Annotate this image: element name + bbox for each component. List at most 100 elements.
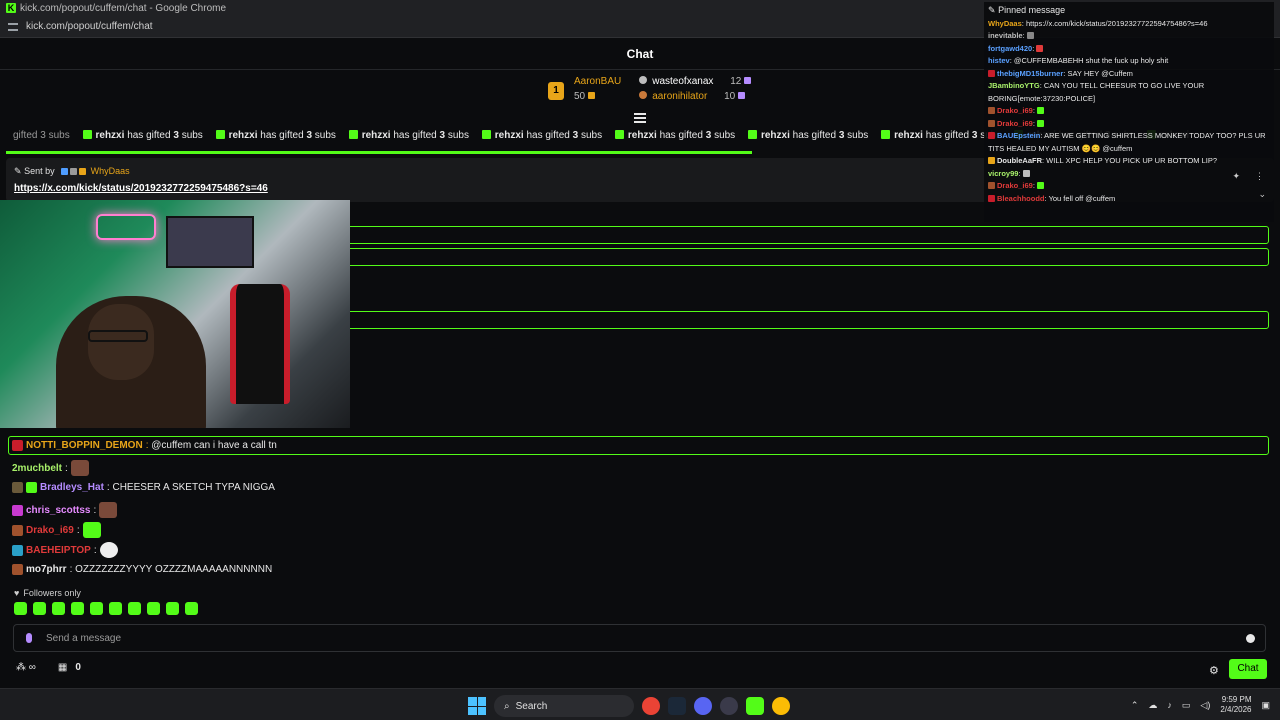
overlay-user[interactable]: WhyDaas bbox=[988, 19, 1022, 28]
message-user[interactable]: mo7phrr bbox=[26, 564, 67, 575]
url-text[interactable]: kick.com/popout/cuffem/chat bbox=[26, 21, 153, 32]
leader-second-name[interactable]: wasteofxanax bbox=[652, 76, 713, 87]
chrome-icon[interactable] bbox=[642, 697, 660, 715]
message-input[interactable]: Send a message bbox=[13, 624, 1266, 652]
emote-icon bbox=[1037, 182, 1045, 189]
chat-message[interactable]: chris_scottss: bbox=[12, 502, 118, 518]
ticker-text: has gifted bbox=[526, 130, 570, 141]
taskbar-search[interactable]: ⌕ Search bbox=[494, 695, 634, 717]
store-icon[interactable]: ▦ bbox=[58, 662, 67, 673]
app-icon[interactable] bbox=[720, 697, 738, 715]
mic-tray-icon[interactable]: ♪ bbox=[1167, 700, 1172, 710]
pin-toggle-icon[interactable]: ✦ bbox=[1232, 170, 1240, 183]
gaming-chair bbox=[230, 284, 290, 404]
overlay-user[interactable]: Drako_i69 bbox=[997, 181, 1033, 190]
webcam-overlay bbox=[0, 200, 350, 428]
chat-message[interactable]: mo7phrr: OZZZZZZZYYYY OZZZZMAAAAANNNNNN bbox=[12, 564, 272, 575]
discord-icon[interactable] bbox=[694, 697, 712, 715]
site-info-icon[interactable] bbox=[8, 22, 18, 31]
collapse-menu-icon[interactable] bbox=[634, 113, 646, 125]
overlay-user[interactable]: Bleachhoodd bbox=[997, 194, 1045, 203]
overlay-text: @CUFFEMBABEHH shut the fuck up holy shit bbox=[1013, 56, 1169, 65]
volume-icon[interactable]: ◁) bbox=[1200, 700, 1210, 711]
search-label: Search bbox=[515, 700, 548, 712]
chevron-up-icon[interactable]: ⌃ bbox=[1131, 700, 1139, 711]
message-user[interactable]: BAEHEIPTOP bbox=[26, 545, 91, 556]
notification-icon[interactable]: ▣ bbox=[1261, 700, 1270, 711]
network-icon[interactable]: ▭ bbox=[1182, 700, 1191, 711]
ticker-gifter: rehzxi bbox=[760, 130, 790, 141]
leader-first-name[interactable]: AaronBAU bbox=[574, 76, 621, 87]
chevron-down-icon[interactable]: ⌄ bbox=[1258, 188, 1266, 201]
overlay-user[interactable]: JBambinoYTG bbox=[988, 81, 1040, 90]
chrome-active-icon[interactable] bbox=[772, 697, 790, 715]
chat-message[interactable]: NOTTI_BOPPIN_DEMON : @cuffem can i have … bbox=[12, 440, 277, 451]
user-badge-icon bbox=[988, 107, 995, 114]
rank-one-badge: 1 bbox=[548, 82, 564, 100]
pinned-overlay-panel: ✎ Pinned message WhyDaas: https://x.com/… bbox=[984, 2, 1274, 222]
emote-icon[interactable] bbox=[14, 602, 27, 615]
chat-message[interactable]: Bradleys_Hat: CHEESER A SKETCH TYPA NIGG… bbox=[12, 482, 275, 493]
gift-icon bbox=[79, 168, 87, 175]
message-user[interactable]: Drako_i69 bbox=[26, 525, 74, 536]
overlay-user[interactable]: Drako_i69 bbox=[997, 119, 1033, 128]
overlay-user[interactable]: fortgawd420 bbox=[988, 44, 1032, 53]
chat-message[interactable]: 2muchbelt: bbox=[12, 460, 89, 476]
bronze-badge-icon bbox=[639, 91, 648, 99]
emote-icon[interactable] bbox=[109, 602, 122, 615]
settings-gear-icon[interactable]: ⚙ bbox=[1209, 664, 1219, 677]
overlay-user[interactable]: inevitable bbox=[988, 31, 1023, 40]
ticker-text: has gifted bbox=[925, 130, 970, 141]
gift-icon bbox=[738, 92, 746, 99]
sent-by-label: Sent by bbox=[24, 166, 55, 176]
emote-icon[interactable] bbox=[52, 602, 65, 615]
overlay-user[interactable]: thebigMD15burner bbox=[997, 69, 1063, 78]
overlay-user[interactable]: histev bbox=[988, 56, 1010, 65]
ticker-progress-bar bbox=[6, 151, 752, 154]
overlay-text: https://x.com/kick/status/20192327722594… bbox=[1025, 18, 1208, 28]
windows-taskbar: ⌕ Search ⌃ ☁ ♪ ▭ ◁) 9:59 PM 2/4/2026 ▣ bbox=[0, 688, 1280, 720]
overlay-user[interactable]: BAUEpstein bbox=[997, 131, 1040, 140]
chat-message[interactable]: BAEHEIPTOP: bbox=[12, 542, 118, 558]
overlay-user[interactable]: Drako_i69 bbox=[997, 106, 1033, 115]
ticker-gifter: rehzxi bbox=[95, 130, 125, 141]
overlay-user[interactable]: vicroy99 bbox=[988, 169, 1018, 178]
leader-third-name[interactable]: aaronihilator bbox=[652, 91, 707, 102]
windows-start-icon[interactable] bbox=[468, 697, 486, 715]
chat-message[interactable]: Drako_i69: bbox=[12, 522, 101, 538]
ticker-gifter: rehzxi bbox=[894, 130, 923, 141]
emoji-picker-icon[interactable] bbox=[1246, 634, 1255, 643]
pinned-sender[interactable]: WhyDaas bbox=[91, 166, 130, 176]
user-badge-icon bbox=[12, 564, 23, 575]
steam-icon[interactable] bbox=[668, 697, 686, 715]
message-user[interactable]: chris_scottss bbox=[26, 505, 90, 516]
emote-icon[interactable] bbox=[90, 602, 103, 615]
user-badge-icon bbox=[988, 182, 995, 189]
emote-icon[interactable] bbox=[185, 602, 198, 615]
overlay-line: inevitable: bbox=[988, 30, 1270, 43]
points-icon[interactable]: ⁂ ∞ bbox=[16, 662, 36, 673]
taskbar-clock[interactable]: 9:59 PM 2/4/2026 bbox=[1220, 695, 1251, 715]
message-text: CHEESER A SKETCH TYPA NIGGA bbox=[112, 482, 275, 493]
mic-icon[interactable] bbox=[26, 633, 32, 643]
emote-icon[interactable] bbox=[71, 602, 84, 615]
overlay-user[interactable]: DoubleAaFR bbox=[997, 156, 1042, 165]
emote-icon[interactable] bbox=[128, 602, 141, 615]
cloud-icon[interactable]: ☁ bbox=[1148, 700, 1157, 711]
user-badge-icon bbox=[12, 544, 23, 556]
more-options-icon[interactable]: ⋮ bbox=[1255, 170, 1264, 183]
ticker-count: 3 bbox=[971, 130, 978, 141]
emote-icon bbox=[99, 502, 118, 518]
chat-send-button[interactable]: Chat bbox=[1229, 659, 1267, 679]
kick-app-icon[interactable] bbox=[746, 697, 764, 715]
ticker-unit: subs bbox=[714, 130, 736, 141]
message-user[interactable]: 2muchbelt bbox=[12, 463, 62, 474]
emote-icon[interactable] bbox=[166, 602, 179, 615]
ticker-unit: subs bbox=[580, 130, 603, 141]
ticker-prefix: gifted 3 subs bbox=[13, 130, 70, 141]
overlay-line: vicroy99: bbox=[988, 168, 1270, 181]
message-user[interactable]: Bradleys_Hat bbox=[40, 482, 104, 493]
message-user[interactable]: NOTTI_BOPPIN_DEMON bbox=[26, 440, 143, 451]
emote-icon[interactable] bbox=[33, 602, 46, 615]
emote-icon[interactable] bbox=[147, 602, 160, 615]
